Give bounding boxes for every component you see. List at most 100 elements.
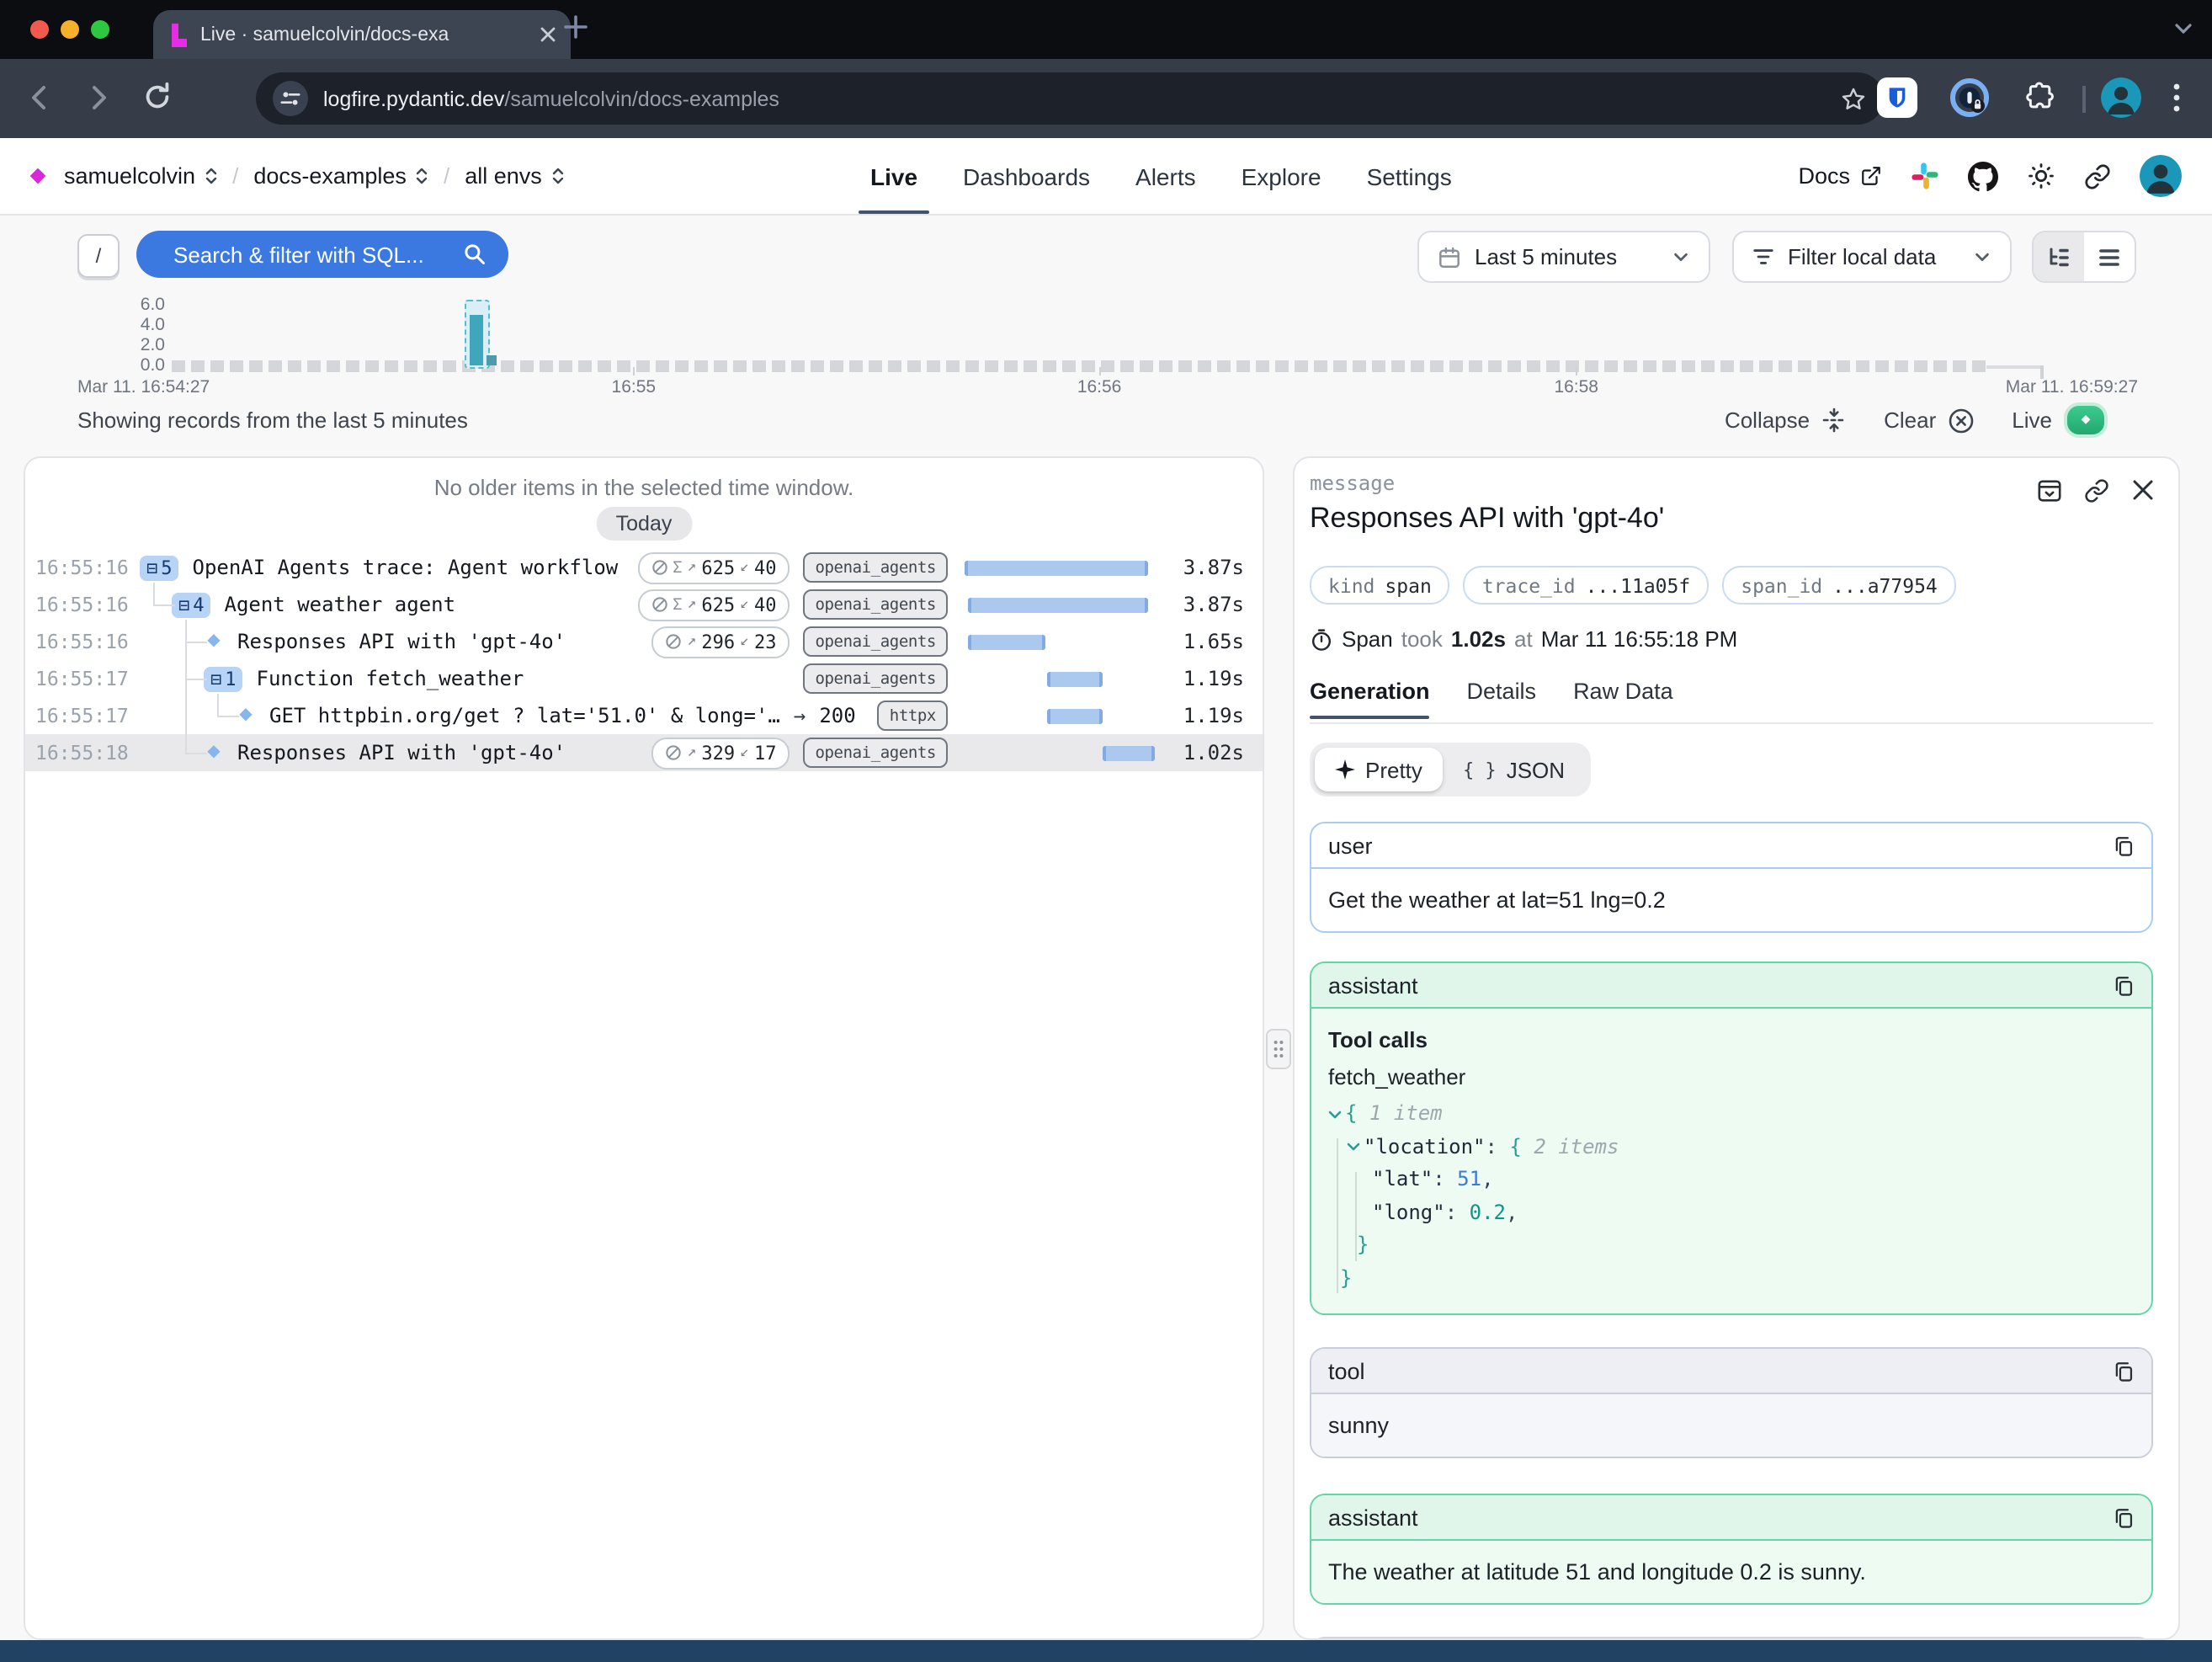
breadcrumb-env-switcher[interactable]: all envs bbox=[465, 163, 564, 189]
forward-icon[interactable] bbox=[81, 81, 114, 115]
gantt-track bbox=[965, 706, 1155, 726]
back-icon[interactable] bbox=[24, 81, 57, 115]
pretty-toggle-button[interactable]: Pretty bbox=[1315, 748, 1443, 791]
collapse-count-badge[interactable]: ⊟4 bbox=[172, 592, 211, 617]
browser-tab-strip: Live · samuelcolvin/docs-exa bbox=[0, 0, 2212, 59]
reload-icon[interactable] bbox=[141, 81, 173, 113]
archive-panel-icon[interactable] bbox=[2037, 478, 2062, 503]
tab-search-chevron-icon[interactable] bbox=[2172, 17, 2195, 40]
json-toggle-button[interactable]: { } JSON bbox=[1443, 748, 1585, 791]
token-usage-badge[interactable]: ↗296↙23 bbox=[652, 626, 790, 658]
bitwarden-extension-icon[interactable] bbox=[1877, 77, 1917, 118]
logfire-logo bbox=[27, 165, 49, 187]
tree-view-button[interactable] bbox=[2034, 232, 2084, 281]
tab-raw-data[interactable]: Raw Data bbox=[1573, 679, 1673, 719]
tokens-icon bbox=[666, 633, 683, 650]
span-count-histogram[interactable]: 6.04.02.00.0Mar 11. 16:54:2716:5516:5616… bbox=[0, 298, 2212, 396]
list-view-button[interactable] bbox=[2084, 232, 2135, 281]
nav-settings[interactable]: Settings bbox=[1367, 138, 1452, 214]
privacy-extension-icon[interactable] bbox=[1949, 77, 1990, 118]
zoom-window-button[interactable] bbox=[91, 19, 109, 38]
message-role: tool bbox=[1328, 1358, 1365, 1383]
nav-explore[interactable]: Explore bbox=[1242, 138, 1321, 214]
close-tab-icon[interactable] bbox=[540, 27, 556, 42]
new-tab-button[interactable] bbox=[562, 13, 589, 40]
github-icon[interactable] bbox=[1968, 161, 1998, 191]
tabs-rule bbox=[1310, 722, 2153, 724]
breadcrumb-org-switcher[interactable]: samuelcolvin bbox=[64, 163, 217, 189]
copy-icon[interactable] bbox=[2113, 834, 2135, 856]
trace-row[interactable]: 16:55:16◆Responses API with 'gpt-4o'↗296… bbox=[25, 623, 1263, 660]
trace-id-pill[interactable]: trace_id...11a05f bbox=[1464, 566, 1709, 605]
collapse-count-badge[interactable]: ⊟5 bbox=[140, 555, 179, 580]
copy-icon[interactable] bbox=[2113, 1506, 2135, 1528]
panel-actions bbox=[2037, 478, 2155, 503]
span-id-pill[interactable]: span_id...a77954 bbox=[1722, 566, 1956, 605]
user-avatar[interactable] bbox=[2140, 155, 2182, 197]
date-chip: Today bbox=[596, 507, 693, 541]
search-button[interactable]: Search & filter with SQL... bbox=[136, 231, 508, 278]
share-link-icon[interactable] bbox=[2084, 162, 2111, 189]
close-panel-icon[interactable] bbox=[2131, 478, 2155, 503]
trace-row[interactable]: 16:55:16⊟5OpenAI Agents trace: Agent wor… bbox=[25, 549, 1263, 586]
bookmark-star-icon[interactable] bbox=[1840, 85, 1867, 112]
extensions-puzzle-icon[interactable] bbox=[2023, 81, 2057, 115]
local-filter-select[interactable]: Filter local data bbox=[1732, 231, 2012, 283]
live-toggle-switch[interactable]: ◆ bbox=[2064, 402, 2108, 438]
x-axis-tick bbox=[1099, 367, 1101, 376]
http-status: 200 bbox=[819, 704, 855, 727]
panel-resize-handle[interactable] bbox=[1266, 1029, 1291, 1069]
copy-link-icon[interactable] bbox=[2084, 478, 2109, 503]
browser-menu-icon[interactable] bbox=[2161, 79, 2192, 116]
copy-icon[interactable] bbox=[2113, 974, 2135, 996]
render-mode-toggle: Pretty { } JSON bbox=[1310, 743, 1590, 796]
y-axis-label: 4.0 bbox=[104, 314, 165, 334]
collapse-count-badge[interactable]: ⊟1 bbox=[204, 666, 243, 691]
scope-tag[interactable]: openai_agents bbox=[803, 738, 948, 768]
address-bar[interactable]: logfire.pydantic.dev/samuelcolvin/docs-e… bbox=[256, 72, 1884, 125]
token-usage-badge[interactable]: ↗329↙17 bbox=[652, 737, 790, 769]
time-range-select[interactable]: Last 5 minutes bbox=[1417, 231, 1710, 283]
scope-tag[interactable]: httpx bbox=[878, 700, 948, 731]
nav-live[interactable]: Live bbox=[870, 138, 917, 214]
nav-alerts[interactable]: Alerts bbox=[1135, 138, 1196, 214]
tab-details[interactable]: Details bbox=[1467, 679, 1537, 719]
message-body: Get the weather at lat=51 lng=0.2 bbox=[1311, 869, 2151, 931]
browser-profile-avatar[interactable] bbox=[2101, 77, 2141, 118]
collapse-button[interactable]: Collapse bbox=[1725, 408, 1847, 433]
tab-generation[interactable]: Generation bbox=[1310, 679, 1430, 719]
scope-tag[interactable]: openai_agents bbox=[803, 626, 948, 657]
live-toggle[interactable]: Live ◆ bbox=[2012, 402, 2108, 438]
json-collapse-chevron[interactable] bbox=[1328, 1108, 1342, 1121]
nav-dashboards[interactable]: Dashboards bbox=[963, 138, 1090, 214]
view-mode-toggle bbox=[2032, 231, 2136, 283]
site-settings-icon[interactable] bbox=[273, 81, 308, 116]
theme-toggle-sun-icon[interactable] bbox=[2027, 162, 2055, 190]
docs-link[interactable]: Docs bbox=[1798, 163, 1882, 189]
clear-button[interactable]: Clear bbox=[1884, 407, 1975, 434]
slack-icon[interactable] bbox=[1911, 162, 1939, 190]
slash-shortcut-key[interactable]: / bbox=[77, 234, 120, 278]
histogram-bar[interactable] bbox=[486, 355, 496, 365]
copy-icon[interactable] bbox=[2113, 1360, 2135, 1382]
span-meta-pills: kindspan trace_id...11a05f span_id...a77… bbox=[1310, 566, 1956, 605]
close-window-button[interactable] bbox=[30, 19, 49, 38]
span-name: Function fetch_weather bbox=[257, 667, 524, 690]
breadcrumb-project-switcher[interactable]: docs-examples bbox=[253, 163, 428, 189]
json-collapse-chevron[interactable] bbox=[1347, 1141, 1360, 1154]
token-usage-badge[interactable]: Σ↗625↙40 bbox=[637, 589, 790, 621]
scope-tag[interactable]: openai_agents bbox=[803, 589, 948, 620]
trace-row[interactable]: 16:55:16⊟4Agent weather agentΣ↗625↙40ope… bbox=[25, 586, 1263, 623]
browser-tab[interactable]: Live · samuelcolvin/docs-exa bbox=[153, 10, 571, 59]
scope-tag[interactable]: openai_agents bbox=[803, 663, 948, 694]
scope-tag[interactable]: openai_agents bbox=[803, 552, 948, 583]
histogram-bar[interactable] bbox=[469, 315, 482, 365]
trace-row[interactable]: 16:55:18◆Responses API with 'gpt-4o'↗329… bbox=[25, 734, 1263, 771]
trace-row[interactable]: 16:55:17◆GET httpbin.org/get ? lat='51.0… bbox=[25, 697, 1263, 734]
gantt-track bbox=[965, 594, 1155, 615]
minimize-window-button[interactable] bbox=[61, 19, 79, 38]
x-axis-label: 16:56 bbox=[1077, 377, 1122, 397]
trace-row[interactable]: 16:55:17⊟1Function fetch_weatheropenai_a… bbox=[25, 660, 1263, 697]
gantt-bar bbox=[1047, 708, 1103, 723]
token-usage-badge[interactable]: Σ↗625↙40 bbox=[637, 551, 790, 583]
